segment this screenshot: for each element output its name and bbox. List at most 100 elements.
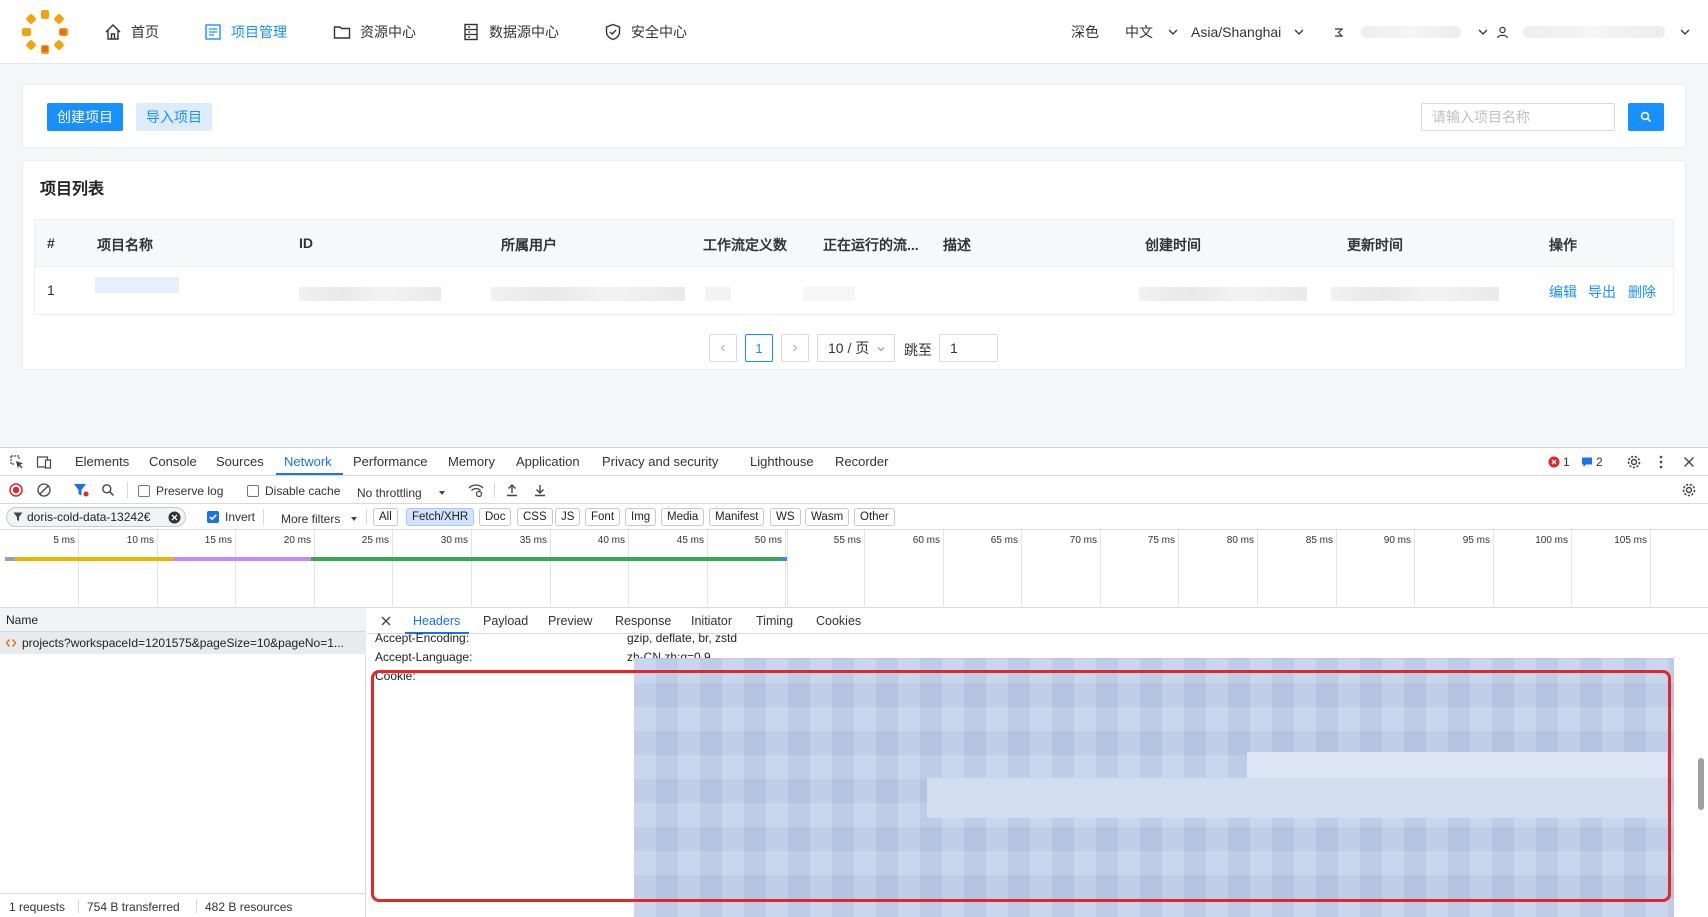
next-page-button[interactable] — [781, 334, 809, 362]
column-header: # — [47, 235, 55, 251]
devtools-tab-privacy[interactable]: Privacy and security — [602, 454, 718, 469]
logo-icon[interactable] — [18, 8, 72, 56]
preserve-log-checkbox[interactable] — [138, 485, 150, 497]
devtools-tab-elements[interactable]: Elements — [75, 454, 129, 469]
type-chip-img[interactable]: Img — [625, 508, 657, 526]
page-size-select[interactable]: 10 / 页 — [817, 334, 895, 362]
row-index: 1 — [47, 282, 55, 298]
disable-cache-checkbox[interactable] — [247, 485, 259, 497]
clear-filter-icon[interactable] — [168, 511, 181, 524]
search-button[interactable] — [1628, 103, 1664, 131]
chevron-down-icon — [1680, 29, 1690, 35]
user-menu[interactable] — [1496, 20, 1691, 44]
devtools-tab-performance[interactable]: Performance — [353, 454, 427, 469]
nav-item-projects[interactable]: 项目管理 — [204, 20, 287, 44]
theme-toggle[interactable]: 深色 — [1071, 20, 1099, 44]
timeline-queue-segment — [5, 557, 15, 561]
username-redacted — [1523, 26, 1665, 38]
details-tab-preview[interactable]: Preview — [548, 614, 592, 628]
import-project-button[interactable]: 导入项目 — [136, 103, 212, 131]
home-icon — [105, 24, 121, 40]
timeline-gridline — [392, 530, 393, 608]
chevron-down-icon — [1294, 29, 1304, 35]
network-conditions-icon[interactable] — [468, 483, 484, 497]
devtools-tab-network[interactable]: Network — [284, 454, 332, 469]
error-icon — [1548, 456, 1560, 468]
network-settings-gear-icon[interactable] — [1681, 482, 1697, 498]
settings-gear-icon[interactable] — [1626, 454, 1642, 470]
type-chip-ws[interactable]: WS — [770, 508, 801, 526]
devtools-tab-lighthouse[interactable]: Lighthouse — [750, 454, 814, 469]
timezone-select[interactable]: Asia/Shanghai — [1191, 20, 1305, 44]
export-link[interactable]: 导出 — [1588, 282, 1616, 302]
type-chip-all[interactable]: All — [373, 508, 398, 526]
nav-item-datasource[interactable]: 数据源中心 — [462, 20, 559, 44]
filter-icon — [13, 512, 23, 521]
timeline-gridline — [628, 530, 629, 608]
filter-input[interactable]: doris-cold-data-13242€ — [6, 507, 186, 527]
error-counter[interactable]: 1 — [1548, 455, 1570, 469]
export-har-icon[interactable] — [533, 483, 547, 497]
type-chip-font[interactable]: Font — [585, 508, 621, 526]
timeline-tick-label: 90 ms — [1383, 535, 1411, 546]
devtools-tab-sources[interactable]: Sources — [216, 454, 264, 469]
nav-item-security[interactable]: 安全中心 — [604, 20, 687, 44]
details-tab-payload[interactable]: Payload — [483, 614, 528, 628]
devtools-tab-memory[interactable]: Memory — [448, 454, 495, 469]
timeline-tick-label: 60 ms — [912, 535, 940, 546]
owner-redacted — [491, 287, 685, 301]
more-filters-dropdown[interactable]: More filters — [281, 510, 358, 526]
filter-icon[interactable] — [73, 483, 89, 497]
details-tab-timing[interactable]: Timing — [756, 614, 793, 628]
type-chip-media[interactable]: Media — [661, 508, 705, 526]
invert-checkbox[interactable] — [207, 511, 219, 523]
delete-link[interactable]: 删除 — [1628, 282, 1656, 302]
clear-icon[interactable] — [37, 483, 51, 497]
details-tab-cookies[interactable]: Cookies — [816, 614, 861, 628]
name-column-header[interactable]: Name — [0, 608, 366, 632]
edit-link[interactable]: 编辑 — [1549, 282, 1577, 302]
highlight-box — [371, 670, 1671, 902]
devtools-tab-application[interactable]: Application — [516, 454, 580, 469]
network-timeline[interactable]: 5 ms 10 ms 15 ms 20 ms 25 ms 30 ms 35 ms 40 ms 4… — [0, 530, 1708, 608]
request-row[interactable]: projects?workspaceId=1201575&pageSize=10… — [0, 632, 366, 654]
details-scrollbar[interactable] — [1698, 758, 1704, 810]
close-icon[interactable] — [1681, 454, 1697, 470]
search-icon — [1640, 111, 1652, 123]
close-details-icon[interactable] — [380, 615, 392, 627]
type-chip-js[interactable]: JS — [555, 508, 581, 526]
create-project-button[interactable]: 创建项目 — [47, 103, 123, 131]
devtools-tab-recorder[interactable]: Recorder — [835, 454, 888, 469]
page-button-current[interactable]: 1 — [745, 334, 773, 362]
record-stop-icon[interactable] — [9, 483, 23, 497]
jump-page-input[interactable]: 1 — [939, 334, 998, 362]
message-counter[interactable]: 2 — [1581, 455, 1603, 469]
devtools-tab-console[interactable]: Console — [149, 454, 197, 469]
nav-item-resources[interactable]: 资源中心 — [333, 20, 416, 44]
type-chip-fetch-xhr[interactable]: Fetch/XHR — [406, 508, 475, 526]
type-chip-wasm[interactable]: Wasm — [805, 508, 850, 526]
prev-page-button[interactable] — [709, 334, 737, 362]
language-select[interactable]: 中文 — [1125, 20, 1179, 44]
tenant-name-redacted — [1361, 26, 1461, 38]
details-tab-response[interactable]: Response — [615, 614, 671, 628]
throttling-select[interactable]: No throttling — [357, 484, 446, 500]
project-name-redacted[interactable] — [95, 277, 179, 293]
import-har-icon[interactable] — [505, 483, 519, 497]
chevron-down-icon — [877, 347, 885, 352]
details-tab-headers[interactable]: Headers — [413, 614, 460, 628]
type-chip-doc[interactable]: Doc — [479, 508, 512, 526]
nav-item-home[interactable]: 首页 — [104, 20, 159, 44]
active-tab-indicator — [276, 473, 343, 475]
project-search-input[interactable]: 请输入项目名称 — [1421, 103, 1615, 131]
type-chip-css[interactable]: CSS — [517, 508, 553, 526]
tenant-select[interactable] — [1332, 20, 1489, 44]
device-toolbar-icon[interactable] — [36, 454, 52, 470]
details-tab-initiator[interactable]: Initiator — [691, 614, 732, 628]
inspect-element-icon[interactable] — [9, 454, 25, 470]
type-chip-manifest[interactable]: Manifest — [709, 508, 765, 526]
timeline-gridline — [1021, 530, 1022, 608]
more-vertical-icon[interactable] — [1653, 454, 1669, 470]
search-icon[interactable] — [101, 483, 115, 497]
type-chip-other[interactable]: Other — [854, 508, 895, 526]
